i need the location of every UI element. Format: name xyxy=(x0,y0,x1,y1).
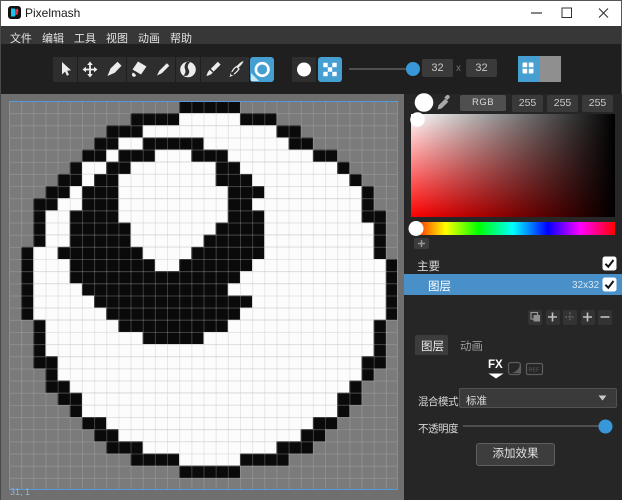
svg-text:REF: REF xyxy=(529,368,541,374)
